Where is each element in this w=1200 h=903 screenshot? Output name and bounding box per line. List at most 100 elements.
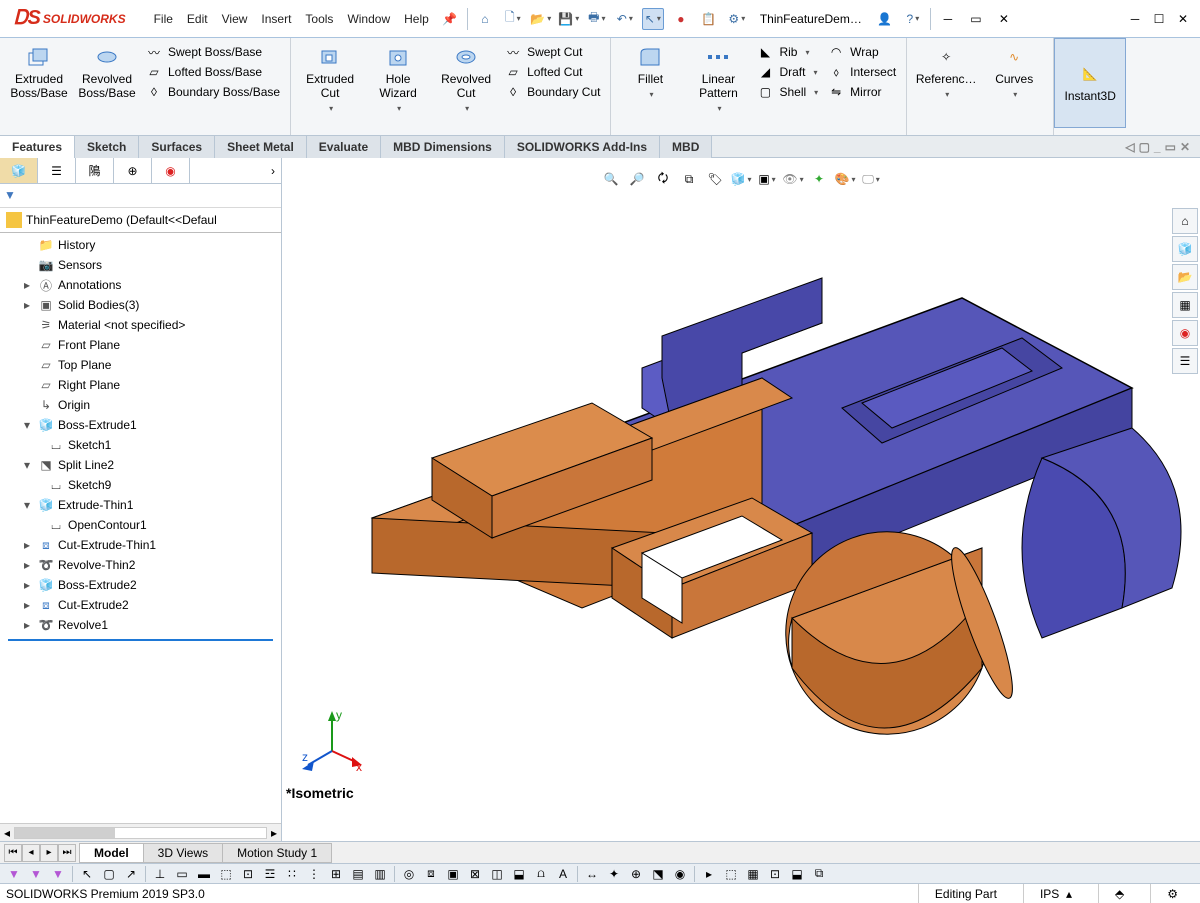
status-custom[interactable]: ⬘ (1098, 884, 1140, 903)
expand-arrow-icon[interactable]: ▸ (24, 558, 34, 572)
swept-boss-button[interactable]: 〰Swept Boss/Base (142, 42, 284, 62)
bb-g4[interactable]: ⊠ (465, 865, 485, 883)
design-lib-tab[interactable]: 🧊 (1172, 236, 1198, 262)
lofted-cut-button[interactable]: ▱Lofted Cut (501, 62, 604, 82)
bb-h5[interactable]: ◉ (670, 865, 690, 883)
bb-sel2[interactable]: ▢ (99, 865, 119, 883)
tree-item[interactable]: ▸▣Solid Bodies(3) (0, 295, 281, 315)
help-icon[interactable]: ? (902, 8, 924, 30)
bb-f4[interactable]: ⬚ (216, 865, 236, 883)
mdl-first-icon[interactable]: ⏮ (4, 844, 22, 862)
document-title[interactable]: ThinFeatureDem… (760, 12, 862, 26)
side-expand-tab[interactable]: › (190, 158, 281, 183)
mirror-button[interactable]: ⇋Mirror (824, 82, 900, 102)
expand-arrow-icon[interactable]: ▸ (24, 598, 34, 612)
rollback-bar[interactable] (8, 639, 273, 641)
tree-item[interactable]: ▱Front Plane (0, 335, 281, 355)
expand-arrow-icon[interactable]: ▸ (24, 538, 34, 552)
close-view-icon[interactable]: ✕ (1180, 140, 1190, 154)
swept-cut-button[interactable]: 〰Swept Cut (501, 42, 604, 62)
bb-g6[interactable]: ⬓ (509, 865, 529, 883)
bb-g1[interactable]: ◎ (399, 865, 419, 883)
menu-tools[interactable]: Tools (305, 12, 333, 26)
tree-item[interactable]: ▸➰Revolve-Thin2 (0, 555, 281, 575)
custom-props-tab[interactable]: ☰ (1172, 348, 1198, 374)
intersect-button[interactable]: ⬨Intersect (824, 62, 900, 82)
wrap-button[interactable]: ◠Wrap (824, 42, 900, 62)
tree-item[interactable]: ▸🧊Boss-Extrude2 (0, 575, 281, 595)
bb-h1[interactable]: ↔ (582, 865, 602, 883)
editopts-icon[interactable]: 📋 (698, 8, 720, 30)
tree-root[interactable]: ThinFeatureDemo (Default<<Defaul (0, 208, 281, 233)
tree-item[interactable]: ▾⬔Split Line2 (0, 455, 281, 475)
tree-item[interactable]: ▱Right Plane (0, 375, 281, 395)
shell-button[interactable]: ▢Shell (753, 82, 822, 102)
tab-sketch[interactable]: Sketch (75, 136, 139, 158)
expand-arrow-icon[interactable]: ▾ (24, 458, 34, 472)
rib-button[interactable]: ◣Rib (753, 42, 822, 62)
bb-f11[interactable]: ▥ (370, 865, 390, 883)
menu-help[interactable]: Help (404, 12, 429, 26)
bb-g3[interactable]: ▣ (443, 865, 463, 883)
select-icon[interactable]: ↖ (642, 8, 664, 30)
tab-evaluate[interactable]: Evaluate (307, 136, 381, 158)
menu-insert[interactable]: Insert (261, 12, 291, 26)
minimize-icon[interactable]: ─ (1124, 9, 1146, 29)
bb-i3[interactable]: ▦ (743, 865, 763, 883)
boundary-cut-button[interactable]: ◊Boundary Cut (501, 82, 604, 102)
tree-item[interactable]: ⌴Sketch9 (0, 475, 281, 495)
pin-icon[interactable]: 📌 (439, 8, 461, 30)
tree-item[interactable]: ▸⧈Cut-Extrude2 (0, 595, 281, 615)
menu-file[interactable]: File (154, 12, 173, 26)
tree-item[interactable]: ↳Origin (0, 395, 281, 415)
revolved-boss-button[interactable]: Revolved Boss/Base (74, 42, 140, 104)
bb-h2[interactable]: ✦ (604, 865, 624, 883)
menu-view[interactable]: View (222, 12, 248, 26)
bb-f2[interactable]: ▭ (172, 865, 192, 883)
bb-f3[interactable]: ▬ (194, 865, 214, 883)
undo-icon[interactable]: ↶ (614, 8, 636, 30)
display-mgr-tab[interactable]: ◉ (152, 158, 190, 183)
bb-i5[interactable]: ⬓ (787, 865, 807, 883)
tree-item[interactable]: ▸ⒶAnnotations (0, 275, 281, 295)
motion-tab[interactable]: Motion Study 1 (222, 843, 332, 863)
bb-i4[interactable]: ⊡ (765, 865, 785, 883)
open-icon[interactable]: 📂 (530, 8, 552, 30)
prop-mgr-tab[interactable]: ☰ (38, 158, 76, 183)
file-explorer-tab[interactable]: 📂 (1172, 264, 1198, 290)
tree-item[interactable]: ▾🧊Boss-Extrude1 (0, 415, 281, 435)
tree-item[interactable]: ▸⧈Cut-Extrude-Thin1 (0, 535, 281, 555)
appearances-tab[interactable]: ◉ (1172, 320, 1198, 346)
bb-h4[interactable]: ⬔ (648, 865, 668, 883)
home-icon[interactable]: ⌂ (474, 8, 496, 30)
bb-2[interactable]: ▼ (26, 865, 46, 883)
expand-arrow-icon[interactable]: ▾ (24, 418, 34, 432)
hole-wizard-button[interactable]: Hole Wizard (365, 42, 431, 117)
tree-item[interactable]: ⌴Sketch1 (0, 435, 281, 455)
tab-features[interactable]: Features (0, 136, 75, 158)
bb-f6[interactable]: ☲ (260, 865, 280, 883)
new-icon[interactable]: 🗋 (502, 8, 524, 30)
fm-tree-tab[interactable]: 🧊 (0, 158, 38, 183)
rebuild-icon[interactable]: ● (670, 8, 692, 30)
draft-button[interactable]: ◢Draft (753, 62, 822, 82)
view-palette-tab[interactable]: ▦ (1172, 292, 1198, 318)
bb-f8[interactable]: ⋮ (304, 865, 324, 883)
tree-item[interactable]: ⌴OpenContour1 (0, 515, 281, 535)
curves-button[interactable]: ∿ Curves (981, 42, 1047, 103)
resources-tab[interactable]: ⌂ (1172, 208, 1198, 234)
tree-item[interactable]: ⚞Material <not specified> (0, 315, 281, 335)
tree-item[interactable]: 📁History (0, 235, 281, 255)
bb-f10[interactable]: ▤ (348, 865, 368, 883)
config-mgr-tab[interactable]: 隝 (76, 158, 114, 183)
tree-hscroll[interactable]: ◂ ▸ (0, 823, 281, 841)
tab-addins[interactable]: SOLIDWORKS Add-Ins (505, 136, 660, 158)
bb-3[interactable]: ▼ (48, 865, 68, 883)
mdi-min-icon[interactable]: ─ (937, 9, 959, 29)
tree-item[interactable]: ▾🧊Extrude-Thin1 (0, 495, 281, 515)
extruded-cut-button[interactable]: Extruded Cut (297, 42, 363, 117)
scroll-left-icon[interactable]: ◂ (0, 826, 14, 840)
dimxpert-tab[interactable]: ⊕ (114, 158, 152, 183)
boundary-boss-button[interactable]: ◊Boundary Boss/Base (142, 82, 284, 102)
graphics-viewport[interactable]: 🔍 🔎 🗘 ⧉ 🏷 🧊 ▣ 👁 ✦ 🎨 🖵 (282, 158, 1200, 841)
